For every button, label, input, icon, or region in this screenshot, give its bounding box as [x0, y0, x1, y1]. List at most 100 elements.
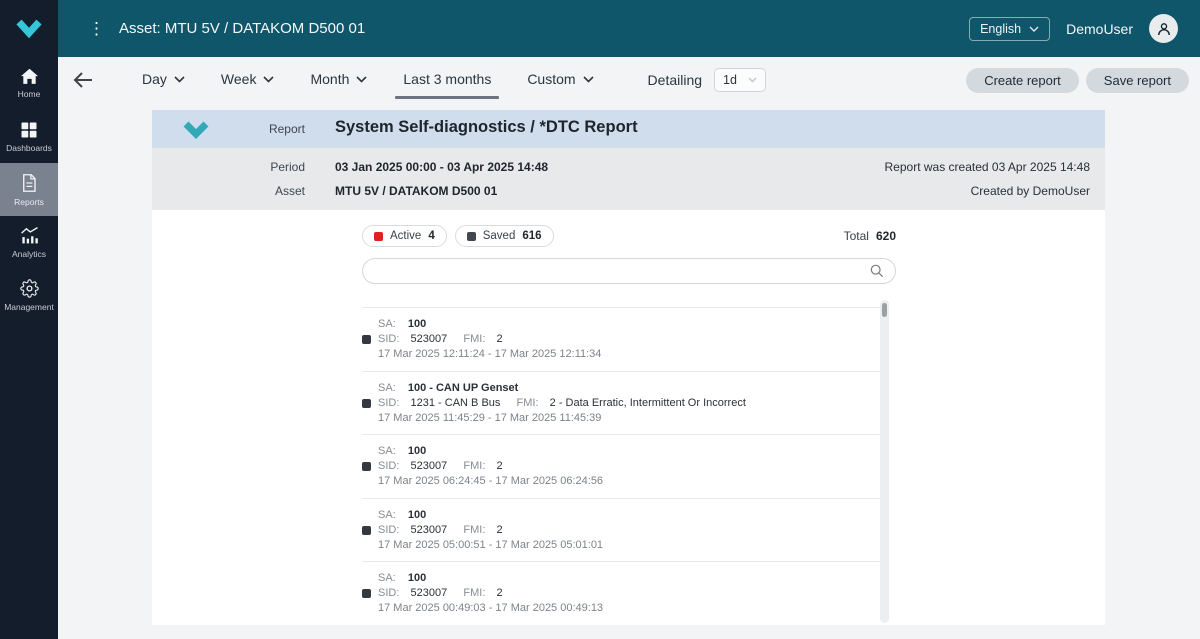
dtc-sa-line: SA: 100 — [378, 317, 880, 332]
detailing-select[interactable]: 1d — [714, 68, 766, 92]
logo-chevron-icon — [12, 16, 46, 42]
fmi-label: FMI: — [517, 397, 539, 409]
sidebar-label: Reports — [14, 197, 44, 207]
dtc-sid-line: SID: 523007 FMI: 2 — [378, 459, 880, 474]
sidebar-item-analytics[interactable]: Analytics — [0, 216, 58, 269]
save-report-button[interactable]: Save report — [1086, 68, 1189, 93]
chevron-down-icon — [174, 76, 185, 83]
list-scrollbar-track[interactable] — [880, 300, 889, 623]
dtc-list-item[interactable]: SA: 100 SID: 523007 FMI: 2 17 Mar 2025 0… — [362, 434, 880, 498]
sidebar-item-reports[interactable]: Reports — [0, 163, 58, 216]
filter-chip-saved[interactable]: Saved 616 — [455, 225, 554, 247]
dtc-period: 17 Mar 2025 00:49:03 - 17 Mar 2025 00:49… — [378, 601, 880, 616]
username: DemoUser — [1066, 21, 1133, 37]
top-bar: ⋮ Asset: MTU 5V / DATAKOM D500 01 Englis… — [0, 0, 1200, 57]
sid-label: SID: — [378, 587, 399, 599]
app-logo[interactable] — [0, 0, 58, 57]
fmi-label: FMI: — [463, 587, 485, 599]
language-value: English — [980, 22, 1021, 36]
dtc-sid-line: SID: 1231 - CAN B Bus FMI: 2 - Data Erra… — [378, 396, 880, 411]
tab-custom[interactable]: Custom — [509, 61, 611, 99]
chip-label: Saved — [483, 230, 516, 242]
dtc-list-item[interactable]: SA: 100 SID: 523007 FMI: 2 17 Mar 2025 0… — [362, 498, 880, 562]
dtc-period: 17 Mar 2025 06:24:45 - 17 Mar 2025 06:24… — [378, 474, 880, 489]
report-label: Report — [192, 122, 305, 136]
tab-month[interactable]: Month — [292, 61, 385, 99]
dtc-sid-line: SID: 523007 FMI: 2 — [378, 332, 880, 347]
saved-status-icon — [362, 589, 371, 598]
user-icon — [1155, 20, 1173, 38]
sid-label: SID: — [378, 397, 399, 409]
sa-label: SA: — [378, 318, 396, 330]
dtc-period: 17 Mar 2025 05:00:51 - 17 Mar 2025 05:01… — [378, 538, 880, 553]
dtc-list-item[interactable]: SA: 100 - CAN UP Genset SID: 1231 - CAN … — [362, 371, 880, 435]
fmi-value: 2 - Data Erratic, Intermittent Or Incorr… — [550, 397, 746, 409]
chevron-down-icon — [356, 76, 367, 83]
sa-value: 100 - CAN UP Genset — [408, 382, 518, 394]
dtc-sa-line: SA: 100 — [378, 571, 880, 586]
total-count: 620 — [876, 229, 896, 243]
tab-last-3-months[interactable]: Last 3 months — [385, 61, 509, 99]
list-scrollbar-thumb[interactable] — [882, 303, 887, 317]
sa-value: 100 — [408, 509, 426, 521]
sidebar-item-home[interactable]: Home — [0, 57, 58, 110]
fmi-label: FMI: — [463, 333, 485, 345]
language-select[interactable]: English — [969, 17, 1050, 41]
create-report-button[interactable]: Create report — [966, 68, 1079, 93]
sid-label: SID: — [378, 524, 399, 536]
total-counter: Total 620 — [844, 229, 896, 243]
search-input[interactable] — [362, 258, 896, 284]
saved-status-icon — [467, 232, 476, 241]
search-icon[interactable] — [870, 264, 884, 278]
reports-icon — [20, 173, 38, 193]
dtc-list-item[interactable]: SA: 100 SID: 523007 FMI: 2 17 Mar 2025 1… — [362, 307, 880, 371]
sid-label: SID: — [378, 460, 399, 472]
sidebar-item-dashboards[interactable]: Dashboards — [0, 110, 58, 163]
chevron-down-icon — [748, 77, 757, 83]
dtc-list: SA: 100 SID: 523007 FMI: 2 17 Mar 2025 1… — [362, 307, 880, 625]
dashboards-icon — [20, 121, 38, 139]
chevron-down-icon — [1029, 26, 1039, 32]
sid-value: 1231 - CAN B Bus — [411, 397, 501, 409]
analytics-icon — [20, 226, 39, 245]
saved-status-icon — [362, 526, 371, 535]
back-button[interactable] — [72, 71, 94, 89]
dtc-sid-line: SID: 523007 FMI: 2 — [378, 586, 880, 601]
kebab-menu-icon[interactable]: ⋮ — [88, 20, 105, 37]
chip-label: Active — [390, 230, 421, 242]
fmi-value: 2 — [497, 460, 503, 472]
fmi-value: 2 — [497, 587, 503, 599]
asset-value: MTU 5V / DATAKOM D500 01 — [335, 184, 497, 198]
sa-value: 100 — [408, 318, 426, 330]
dtc-sa-line: SA: 100 — [378, 508, 880, 523]
saved-status-icon — [362, 399, 371, 408]
status-filter-row: Active 4 Saved 616 Total 620 — [362, 225, 896, 247]
chip-count: 616 — [522, 230, 541, 242]
filter-chip-active[interactable]: Active 4 — [362, 225, 447, 247]
sid-value: 523007 — [411, 524, 448, 536]
avatar[interactable] — [1149, 14, 1178, 43]
dtc-sa-line: SA: 100 - CAN UP Genset — [378, 381, 880, 396]
tab-label: Day — [142, 71, 167, 87]
report-header-band: Report System Self-diagnostics / *DTC Re… — [152, 110, 1105, 148]
search-bar — [362, 258, 896, 284]
sid-value: 523007 — [411, 587, 448, 599]
report-created-at: Report was created 03 Apr 2025 14:48 — [885, 160, 1090, 174]
chevron-down-icon — [263, 76, 274, 83]
chevron-down-icon — [583, 76, 594, 83]
tab-week[interactable]: Week — [203, 61, 293, 99]
sidebar: Home Dashboards Reports Analytics — [0, 57, 58, 639]
saved-status-icon — [362, 462, 371, 471]
dtc-list-item[interactable]: SA: 100 SID: 523007 FMI: 2 17 Mar 2025 0… — [362, 561, 880, 625]
sidebar-label: Home — [18, 89, 41, 99]
period-value: 03 Jan 2025 00:00 - 03 Apr 2025 14:48 — [335, 160, 548, 174]
sid-label: SID: — [378, 333, 399, 345]
fmi-value: 2 — [497, 333, 503, 345]
management-icon — [20, 279, 39, 298]
tab-day[interactable]: Day — [124, 61, 203, 99]
asset-label: Asset — [192, 184, 305, 198]
sidebar-item-management[interactable]: Management — [0, 269, 58, 322]
arrow-left-icon — [72, 71, 94, 89]
tab-label: Custom — [527, 71, 575, 87]
sid-value: 523007 — [411, 460, 448, 472]
